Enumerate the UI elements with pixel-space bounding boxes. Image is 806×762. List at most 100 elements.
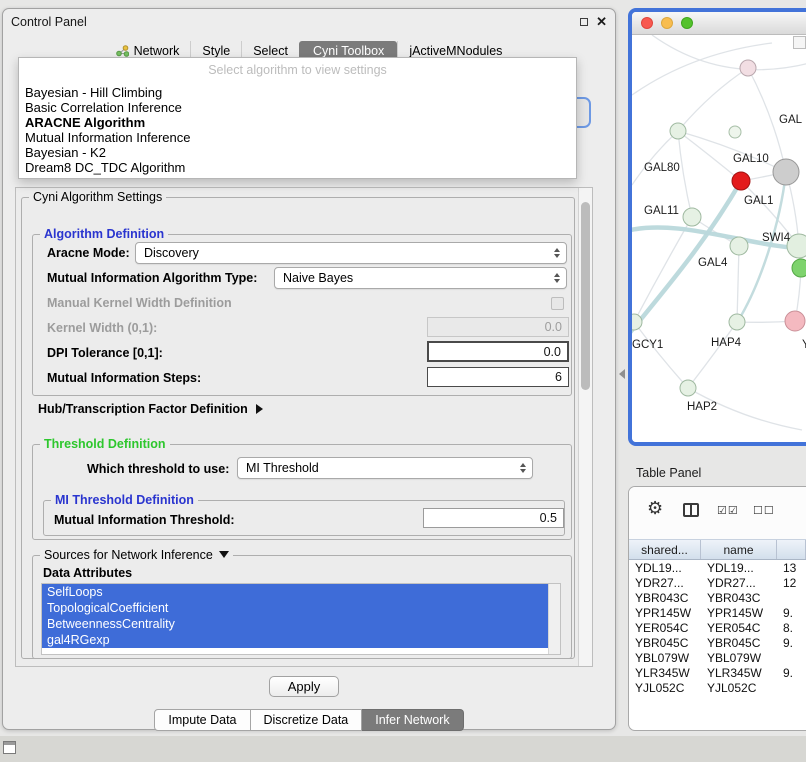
mi-threshold-field[interactable]: 0.5 bbox=[423, 508, 564, 528]
table-row[interactable]: YER054CYER054C8. bbox=[629, 621, 806, 636]
attributes-list-scrollbar[interactable] bbox=[548, 584, 560, 654]
network-node[interactable] bbox=[792, 259, 806, 277]
column-header-name[interactable]: name bbox=[701, 540, 777, 559]
table-row[interactable]: YLR345WYLR345W9. bbox=[629, 666, 806, 681]
network-edge[interactable] bbox=[678, 68, 748, 131]
attribute-item-gal4rgexp[interactable]: gal4RGexp bbox=[42, 632, 548, 648]
deselect-all-icon[interactable]: ☐☐ bbox=[753, 504, 775, 517]
tab-infer-network[interactable]: Infer Network bbox=[362, 709, 463, 731]
table-cell: YBR045C bbox=[701, 636, 777, 651]
table-cell bbox=[777, 591, 806, 606]
node-label: HAP2 bbox=[687, 401, 717, 413]
tab-discretize-data[interactable]: Discretize Data bbox=[251, 709, 363, 731]
algorithm-option-mutual-information-inference[interactable]: Mutual Information Inference bbox=[19, 130, 576, 145]
tab-impute-data[interactable]: Impute Data bbox=[154, 709, 250, 731]
attribute-item-selfloops[interactable]: SelfLoops bbox=[42, 584, 548, 600]
apply-button[interactable]: Apply bbox=[269, 676, 339, 697]
algorithm-option-dream8-dc-tdc-algorithm[interactable]: Dream8 DC_TDC Algorithm bbox=[19, 160, 576, 175]
hub-transcription-factor-section[interactable]: Hub/Transcription Factor Definition bbox=[38, 402, 263, 416]
network-edge[interactable] bbox=[678, 131, 741, 181]
table-row[interactable]: YJL052CYJL052C bbox=[629, 681, 806, 696]
combo-arrows-icon bbox=[520, 463, 526, 473]
zoom-button[interactable] bbox=[681, 17, 693, 29]
table-row[interactable]: YBR045CYBR045C9. bbox=[629, 636, 806, 651]
attribute-item-topologicalcoefficient[interactable]: TopologicalCoefficient bbox=[42, 600, 548, 616]
tab-label: Cyni Toolbox bbox=[313, 44, 384, 58]
network-window-titlebar[interactable] bbox=[632, 12, 806, 35]
network-edge[interactable] bbox=[632, 131, 678, 185]
node-label: HAP4 bbox=[711, 337, 742, 349]
network-node[interactable] bbox=[740, 60, 756, 76]
algorithm-option-bayesian-hill-climbing[interactable]: Bayesian - Hill Climbing bbox=[19, 85, 576, 100]
table-cell: 8. bbox=[777, 621, 806, 636]
network-edge[interactable] bbox=[688, 322, 737, 388]
table-row[interactable]: YDR27...YDR27...12 bbox=[629, 576, 806, 591]
network-edge[interactable] bbox=[737, 246, 739, 322]
data-attributes-list[interactable]: SelfLoopsTopologicalCoefficientBetweenne… bbox=[41, 583, 561, 655]
selected-value: MI Threshold bbox=[246, 458, 319, 478]
close-icon[interactable]: ✕ bbox=[596, 14, 607, 30]
hub-section-label: Hub/Transcription Factor Definition bbox=[38, 402, 248, 416]
node-label: GAL80 bbox=[644, 162, 680, 174]
manual-kernel-width-checkbox[interactable] bbox=[551, 297, 564, 310]
GAL4-node[interactable] bbox=[730, 237, 748, 255]
network-edge[interactable] bbox=[634, 322, 688, 388]
float-window-icon[interactable] bbox=[580, 18, 588, 26]
GAL10-node[interactable] bbox=[773, 159, 799, 185]
network-node[interactable] bbox=[729, 126, 741, 138]
kernel-width-field[interactable]: 0.0 bbox=[427, 317, 569, 337]
cyni-algorithm-settings-group: Cyni Algorithm Settings Algorithm Defini… bbox=[21, 197, 575, 659]
node-label: GAL bbox=[779, 114, 803, 126]
scrollbar-thumb[interactable] bbox=[581, 202, 590, 390]
mi-steps-field[interactable]: 6 bbox=[427, 367, 569, 387]
close-button[interactable] bbox=[641, 17, 653, 29]
network-graph[interactable]: GALGAL80GAL10GAL1GAL11SWI4GAL4GCY1HAP4YH… bbox=[632, 35, 806, 442]
table-row[interactable]: YBR043CYBR043C bbox=[629, 591, 806, 606]
sources-section-label: Sources for Network Inference bbox=[44, 548, 213, 562]
node-label: GAL4 bbox=[698, 257, 728, 269]
table-cell: YDR27... bbox=[701, 576, 777, 591]
algorithm-option-bayesian-k2[interactable]: Bayesian - K2 bbox=[19, 145, 576, 160]
threshold-definition-group: Threshold Definition Which threshold to … bbox=[32, 444, 572, 540]
GAL11-node[interactable] bbox=[683, 208, 701, 226]
which-threshold-select[interactable]: MI Threshold bbox=[237, 457, 533, 479]
network-edge[interactable] bbox=[652, 35, 806, 70]
table-cell: YBL079W bbox=[629, 651, 701, 666]
aracne-mode-select[interactable]: Discovery bbox=[135, 242, 567, 264]
settings-scrollbar[interactable] bbox=[578, 188, 592, 666]
algorithm-option-aracne-algorithm[interactable]: ARACNE Algorithm bbox=[19, 115, 576, 130]
collapse-arrow-icon[interactable] bbox=[219, 551, 229, 558]
splitter-collapse-icon[interactable] bbox=[619, 369, 625, 379]
mi-algorithm-type-select[interactable]: Naive Bayes bbox=[274, 267, 567, 289]
table-row[interactable]: YBL079WYBL079W bbox=[629, 651, 806, 666]
table-cell bbox=[777, 651, 806, 666]
expand-arrow-icon[interactable] bbox=[256, 404, 263, 414]
minimize-button[interactable] bbox=[661, 17, 673, 29]
node-label: GAL1 bbox=[744, 195, 773, 207]
columns-icon[interactable] bbox=[683, 503, 699, 517]
control-panel-titlebar[interactable]: Control Panel ✕ bbox=[3, 9, 615, 35]
node-label: SWI4 bbox=[762, 232, 791, 244]
column-header-shared[interactable]: shared... bbox=[629, 540, 701, 559]
sources-section-header[interactable]: Sources for Network Inference bbox=[40, 548, 233, 562]
table-cell: YER054C bbox=[629, 621, 701, 636]
table-row[interactable]: YDL19...YDL19...13 bbox=[629, 561, 806, 576]
network-node[interactable] bbox=[729, 314, 745, 330]
HAP4-node[interactable] bbox=[785, 311, 805, 331]
GAL1-node[interactable] bbox=[732, 172, 750, 190]
attribute-item-betweennesscentrality[interactable]: BetweennessCentrality bbox=[42, 616, 548, 632]
select-all-icon[interactable]: ☑☑ bbox=[717, 504, 739, 517]
scrollbar-corner-box[interactable] bbox=[793, 36, 806, 49]
group-title: Cyni Algorithm Settings bbox=[29, 190, 166, 204]
network-node[interactable] bbox=[670, 123, 686, 139]
gear-icon[interactable]: ⚙ bbox=[647, 499, 663, 517]
table-cell: YDR27... bbox=[629, 576, 701, 591]
table-row[interactable]: YPR145WYPR145W9. bbox=[629, 606, 806, 621]
dpi-tolerance-field[interactable]: 0.0 bbox=[427, 341, 569, 362]
HAP2-node[interactable] bbox=[680, 380, 696, 396]
network-edge[interactable] bbox=[678, 131, 692, 217]
docked-panel-icon[interactable] bbox=[3, 741, 16, 754]
network-canvas[interactable]: GALGAL80GAL10GAL1GAL11SWI4GAL4GCY1HAP4YH… bbox=[632, 35, 806, 442]
algorithm-option-basic-correlation-inference[interactable]: Basic Correlation Inference bbox=[19, 100, 576, 115]
column-header-col-2[interactable] bbox=[777, 540, 806, 559]
